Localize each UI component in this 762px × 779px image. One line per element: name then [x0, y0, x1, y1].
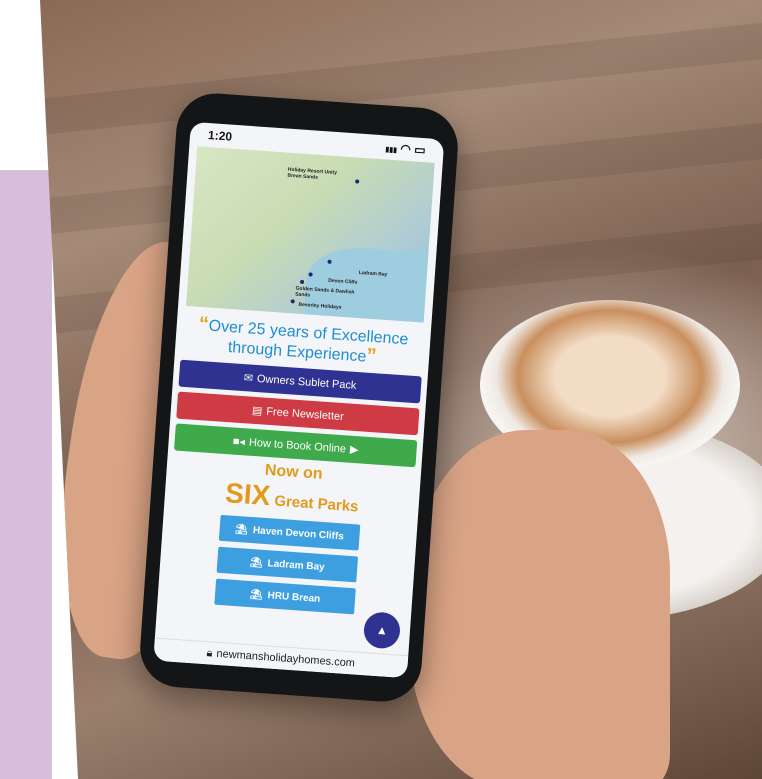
document-icon: ▤ [251, 404, 263, 418]
parks-heading-six: SIX [224, 477, 272, 512]
signal-icon: ▮▮▮ [385, 146, 398, 155]
map-marker [290, 299, 295, 304]
smartphone: 1:20 ▮▮▮ ◠ ▭ Holiday Resort Unity Brean … [137, 90, 461, 705]
map-marker [355, 179, 360, 184]
park-label: HRU Brean [267, 589, 321, 605]
close-quote-icon: ” [365, 344, 378, 368]
parks-heading: Now on SIX Great Parks [164, 455, 421, 523]
tagline-text: Over 25 years of Excellence through Expe… [208, 317, 409, 366]
envelope-icon: ✉ [243, 372, 254, 385]
battery-icon: ▭ [413, 142, 427, 158]
parks-map[interactable]: Holiday Resort Unity Brean Sands Ladram … [186, 146, 435, 323]
lock-icon: 🔒︎ [206, 646, 213, 660]
status-icons: ▮▮▮ ◠ ▭ [385, 140, 426, 157]
park-label: Ladram Bay [267, 557, 326, 573]
status-time: 1:20 [207, 128, 233, 144]
umbrella-icon: ⛱ [249, 588, 263, 601]
video-camera-icon: ■◂ [232, 435, 246, 449]
park-button-hru-brean[interactable]: ⛱ HRU Brean [214, 578, 356, 615]
how-to-book-label: How to Book Online [248, 436, 347, 455]
scroll-to-top-button[interactable]: ▲ [362, 611, 402, 650]
park-button-ladram-bay[interactable]: ⛱ Ladram Bay [216, 546, 359, 583]
right-hand [410, 430, 670, 779]
umbrella-icon: ⛱ [249, 556, 263, 569]
wifi-icon: ◠ [399, 141, 412, 157]
parks-heading-line2: Great Parks [273, 492, 360, 516]
map-marker [299, 279, 305, 285]
phone-screen: 1:20 ▮▮▮ ◠ ▭ Holiday Resort Unity Brean … [153, 121, 445, 679]
map-label: Holiday Resort Unity Brean Sands [287, 166, 338, 181]
park-label: Haven Devon Cliffs [252, 524, 345, 542]
lilac-side-strip [0, 170, 52, 779]
umbrella-icon: ⛱ [234, 523, 249, 536]
park-button-haven-devon-cliffs[interactable]: ⛱ Haven Devon Cliffs [218, 514, 361, 551]
play-icon: ▶ [349, 443, 359, 457]
chevron-up-icon: ▲ [375, 622, 389, 638]
map-sea [302, 244, 435, 323]
newsletter-label: Free Newsletter [265, 405, 345, 423]
owners-sublet-label: Owners Sublet Pack [256, 372, 357, 392]
url-text: newmansholidayhomes.com [216, 647, 356, 670]
